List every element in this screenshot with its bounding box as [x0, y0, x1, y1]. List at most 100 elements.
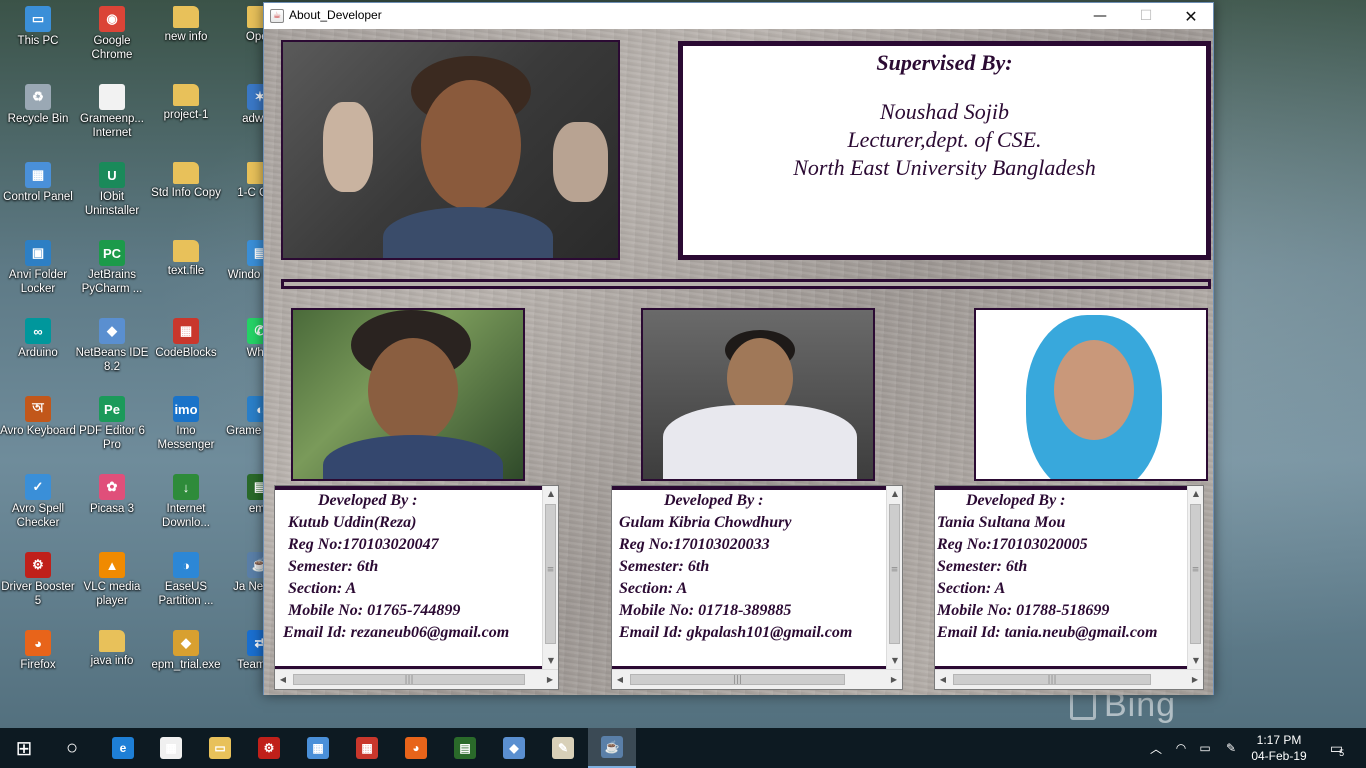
firefox-icon: ◕: [25, 630, 51, 656]
clock-time: 1:17 PM: [1256, 733, 1302, 747]
clock[interactable]: 1:17 PM 04-Feb-19: [1246, 732, 1312, 764]
developer-info-text-1[interactable]: Developed By : Kutub Uddin(Reza) Reg No:…: [275, 490, 542, 669]
pycharm-icon: PC: [99, 240, 125, 266]
battery-icon[interactable]: ▭: [1196, 728, 1214, 768]
desktop-icon[interactable]: Std Info Copy: [148, 156, 224, 232]
desktop-icon[interactable]: ◕ Firefox: [0, 624, 76, 700]
scroll-thumb[interactable]: |||: [953, 674, 1151, 685]
taskbar-button[interactable]: ◕: [392, 728, 440, 768]
taskbar-button[interactable]: ⚙: [245, 728, 293, 768]
desktop-icon-label: PDF Editor 6 Pro: [79, 425, 145, 451]
desktop-icon-label: JetBrains PyCharm ...: [81, 269, 143, 295]
developer-name: Tania Sultana Mou: [937, 514, 1066, 531]
horizontal-scrollbar[interactable]: ◀ ||| ▶: [612, 669, 902, 689]
taskbar-button[interactable]: ✎: [539, 728, 587, 768]
desktop-icon[interactable]: ↓ Internet Downlo...: [148, 468, 224, 544]
edge-icon: e: [112, 737, 134, 759]
scroll-left-icon[interactable]: ◀: [935, 672, 951, 688]
desktop-icon[interactable]: ∞ Arduino: [0, 312, 76, 388]
scroll-up-icon[interactable]: ▲: [543, 486, 559, 502]
developer-info-panel-1[interactable]: Developed By : Kutub Uddin(Reza) Reg No:…: [274, 485, 559, 690]
notification-count: 5: [1339, 748, 1345, 758]
scroll-left-icon[interactable]: ◀: [612, 672, 628, 688]
desktop-icon-label: Control Panel: [3, 191, 73, 203]
scroll-down-icon[interactable]: ▼: [543, 653, 559, 669]
taskbar-button[interactable]: ▦: [294, 728, 342, 768]
desktop-icon-label: Google Chrome: [91, 35, 133, 61]
taskbar-button[interactable]: ▦: [343, 728, 391, 768]
desktop-icon[interactable]: new info: [148, 0, 224, 76]
desktop-icon[interactable]: ◆ NetBeans IDE 8.2: [74, 312, 150, 388]
desktop-icon[interactable]: ▣ Anvi Folder Locker: [0, 234, 76, 310]
netbeans-icon: ◆: [99, 318, 125, 344]
taskbar-button[interactable]: e: [99, 728, 147, 768]
desktop-icon[interactable]: ◑ EaseUS Partition ...: [148, 546, 224, 622]
taskbar-button[interactable]: ▦: [147, 728, 195, 768]
developer-info-panel-3[interactable]: Developed By : Tania Sultana Mou Reg No:…: [934, 485, 1204, 690]
desktop-icon[interactable]: PC JetBrains PyCharm ...: [74, 234, 150, 310]
desktop-icon[interactable]: ▦ CodeBlocks: [148, 312, 224, 388]
desktop-icon[interactable]: project-1: [148, 78, 224, 154]
show-hidden-icons-icon[interactable]: ︿: [1148, 728, 1164, 768]
taskbar-button[interactable]: ⊞: [0, 728, 48, 768]
desktop-icon-label: IObit Uninstaller: [84, 191, 140, 217]
desktop-icon[interactable]: অ Avro Keyboard: [0, 390, 76, 466]
developer-info-text-2[interactable]: Developed By : Gulam Kibria Chowdhury Re…: [612, 490, 886, 669]
scroll-thumb[interactable]: ≡: [1190, 504, 1201, 644]
scroll-left-icon[interactable]: ◀: [275, 672, 291, 688]
desktop-icon-label: java info: [90, 655, 134, 667]
scroll-right-icon[interactable]: ▶: [886, 672, 902, 688]
desktop-icon[interactable]: Pe PDF Editor 6 Pro: [74, 390, 150, 466]
title-bar[interactable]: ☕ About_Developer — ☐ ✕: [264, 3, 1213, 29]
pen-icon[interactable]: ✎: [1222, 728, 1240, 768]
scroll-right-icon[interactable]: ▶: [1187, 672, 1203, 688]
taskbar-button[interactable]: ◆: [490, 728, 538, 768]
scroll-thumb[interactable]: ≡: [889, 504, 900, 644]
desktop-icon[interactable]: ▭ This PC: [0, 0, 76, 76]
minimize-button[interactable]: —: [1077, 3, 1123, 29]
horizontal-scrollbar[interactable]: ◀ ||| ▶: [935, 669, 1203, 689]
folder-lock-icon: ▣: [25, 240, 51, 266]
scroll-thumb[interactable]: |||: [630, 674, 845, 685]
desktop-icon[interactable]: ✿ Picasa 3: [74, 468, 150, 544]
developer-info-panel-2[interactable]: Developed By : Gulam Kibria Chowdhury Re…: [611, 485, 903, 690]
imo-icon: imo: [173, 396, 199, 422]
horizontal-scrollbar[interactable]: ◀ ||| ▶: [275, 669, 558, 689]
scroll-up-icon[interactable]: ▲: [887, 486, 903, 502]
close-button[interactable]: ✕: [1168, 3, 1214, 29]
taskbar-button[interactable]: ○: [48, 728, 96, 768]
desktop-icon[interactable]: Grameenp... Internet: [74, 78, 150, 154]
notifications-icon[interactable]: ▭ 5: [1322, 728, 1352, 768]
desktop-icon[interactable]: ✓ Avro Spell Checker: [0, 468, 76, 544]
desktop-icon[interactable]: ♻ Recycle Bin: [0, 78, 76, 154]
maximize-button[interactable]: ☐: [1123, 3, 1169, 29]
vertical-scrollbar[interactable]: ▲ ≡ ▼: [542, 486, 558, 669]
network-icon[interactable]: ◠: [1172, 728, 1190, 768]
vertical-scrollbar[interactable]: ▲ ≡ ▼: [1187, 486, 1203, 669]
file-icon: [99, 84, 125, 110]
desktop-icon[interactable]: ◉ Google Chrome: [74, 0, 150, 76]
scroll-right-icon[interactable]: ▶: [542, 672, 558, 688]
scroll-thumb[interactable]: ≡: [545, 504, 556, 644]
desktop-icon[interactable]: text.file: [148, 234, 224, 310]
taskbar-button[interactable]: ☕: [588, 728, 636, 768]
scroll-thumb[interactable]: |||: [293, 674, 525, 685]
taskbar-button[interactable]: ▭: [196, 728, 244, 768]
vertical-scrollbar[interactable]: ▲ ≡ ▼: [886, 486, 902, 669]
control-panel-icon: ▦: [307, 737, 329, 759]
desktop-icon[interactable]: imo Imo Messenger: [148, 390, 224, 466]
scroll-down-icon[interactable]: ▼: [1188, 653, 1204, 669]
desktop-icon[interactable]: java info: [74, 624, 150, 700]
desktop-icon[interactable]: ⚙ Driver Booster 5: [0, 546, 76, 622]
scroll-down-icon[interactable]: ▼: [887, 653, 903, 669]
desktop-icon[interactable]: ▲ VLC media player: [74, 546, 150, 622]
taskbar-button[interactable]: ▤: [441, 728, 489, 768]
desktop-icon-label: Grameenp... Internet: [80, 113, 144, 139]
scroll-up-icon[interactable]: ▲: [1188, 486, 1204, 502]
developer-heading: Developed By :: [664, 492, 764, 509]
desktop-icon[interactable]: ▦ Control Panel: [0, 156, 76, 232]
developer-info-text-3[interactable]: Developed By : Tania Sultana Mou Reg No:…: [935, 490, 1187, 669]
driver-booster-icon: ⚙: [258, 737, 280, 759]
desktop-icon[interactable]: ◆ epm_trial.exe: [148, 624, 224, 700]
desktop-icon[interactable]: U IObit Uninstaller: [74, 156, 150, 232]
